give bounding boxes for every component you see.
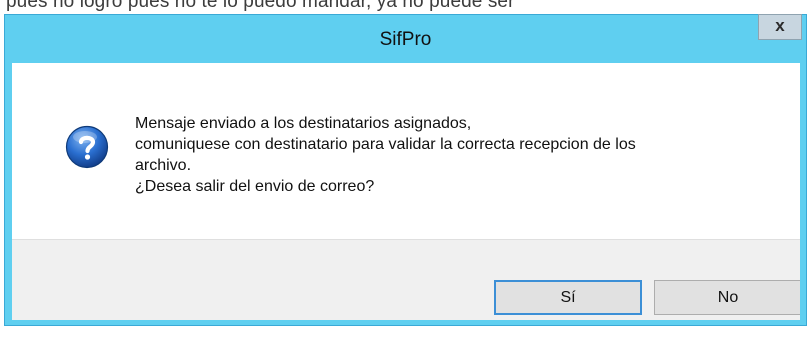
message-dialog: SifPro x Mensaje enviado a los destinata… bbox=[4, 14, 807, 326]
yes-button[interactable]: Sí bbox=[494, 280, 642, 315]
message-line: Mensaje enviado a los destinatarios asig… bbox=[135, 115, 472, 132]
background-text: pues no logro pues no te lo puedo mandar… bbox=[6, 0, 515, 12]
dialog-message: Mensaje enviado a los destinatarios asig… bbox=[135, 113, 775, 197]
message-line: archivo. bbox=[135, 157, 192, 174]
close-icon: x bbox=[775, 16, 785, 35]
no-button[interactable]: No bbox=[654, 280, 800, 315]
dialog-titlebar[interactable]: SifPro x bbox=[5, 14, 806, 63]
message-line: comuniquese con destinatario para valida… bbox=[135, 136, 636, 153]
close-button[interactable]: x bbox=[758, 14, 802, 40]
dialog-body: Mensaje enviado a los destinatarios asig… bbox=[12, 63, 800, 320]
dialog-content: Mensaje enviado a los destinatarios asig… bbox=[12, 63, 800, 239]
dialog-title: SifPro bbox=[379, 29, 432, 50]
question-icon bbox=[65, 125, 109, 169]
dialog-button-bar: Sí No bbox=[12, 239, 800, 320]
message-line: ¿Desea salir del envio de correo? bbox=[135, 178, 375, 195]
